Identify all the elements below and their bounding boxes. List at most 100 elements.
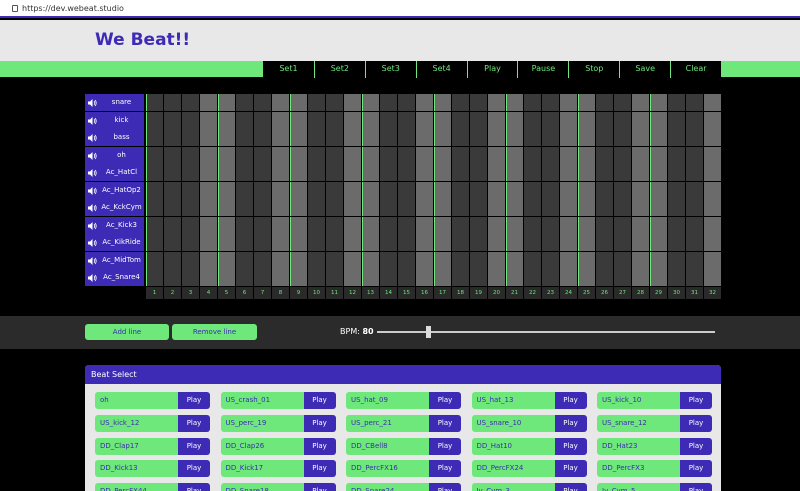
- step-cell[interactable]: [560, 199, 577, 216]
- step-cell[interactable]: [488, 146, 505, 164]
- beat-item[interactable]: US_perc_21 Play: [346, 414, 461, 432]
- step-cell[interactable]: [398, 181, 415, 199]
- step-cell[interactable]: [452, 111, 469, 129]
- step-cell[interactable]: [182, 129, 199, 146]
- step-cell[interactable]: [362, 269, 379, 286]
- step-cell[interactable]: [326, 111, 343, 129]
- step-cell[interactable]: [254, 181, 271, 199]
- step-cell[interactable]: [326, 251, 343, 269]
- step-cell[interactable]: [506, 216, 523, 234]
- step-cell[interactable]: [380, 94, 397, 111]
- step-cell[interactable]: [488, 94, 505, 111]
- step-cell[interactable]: [668, 199, 685, 216]
- add-line-button[interactable]: Add line: [85, 324, 169, 340]
- speaker-icon[interactable]: [88, 134, 97, 142]
- nav-set3-button[interactable]: Set3: [364, 61, 416, 78]
- step-cell[interactable]: [506, 251, 523, 269]
- step-cell[interactable]: [254, 269, 271, 286]
- step-cell[interactable]: [686, 146, 703, 164]
- step-cell[interactable]: [380, 111, 397, 129]
- step-cell[interactable]: [398, 146, 415, 164]
- beat-item[interactable]: DD_PercFX24 Play: [471, 460, 587, 478]
- step-cell[interactable]: [398, 251, 415, 269]
- step-cell[interactable]: [362, 181, 379, 199]
- step-cell[interactable]: [560, 129, 577, 146]
- beat-item[interactable]: US_snare_12 Play: [597, 414, 712, 432]
- step-cell[interactable]: [290, 94, 307, 111]
- step-cell[interactable]: [272, 199, 289, 216]
- step-cell[interactable]: [632, 181, 649, 199]
- step-cell[interactable]: [272, 216, 289, 234]
- step-cell[interactable]: [452, 164, 469, 181]
- step-cell[interactable]: [596, 199, 613, 216]
- step-cell[interactable]: [686, 216, 703, 234]
- step-cell[interactable]: [506, 234, 523, 251]
- step-cell[interactable]: [308, 129, 325, 146]
- step-cell[interactable]: [470, 94, 487, 111]
- beat-play-button[interactable]: Play: [680, 437, 712, 455]
- step-cell[interactable]: [326, 146, 343, 164]
- step-cell[interactable]: [146, 164, 163, 181]
- step-cell[interactable]: [434, 251, 451, 269]
- step-cell[interactable]: [416, 129, 433, 146]
- beat-play-button[interactable]: Play: [554, 483, 587, 491]
- speaker-icon[interactable]: [88, 151, 97, 160]
- step-cell[interactable]: [290, 181, 307, 199]
- beat-play-button[interactable]: Play: [429, 437, 461, 455]
- nav-clear-button[interactable]: Clear: [670, 61, 721, 78]
- step-cell[interactable]: [650, 216, 667, 234]
- beat-name[interactable]: US_crash_01: [220, 392, 304, 409]
- step-cell[interactable]: [344, 216, 361, 234]
- step-cell[interactable]: [200, 269, 217, 286]
- step-cell[interactable]: [344, 251, 361, 269]
- step-cell[interactable]: [164, 216, 181, 234]
- step-cell[interactable]: [578, 269, 595, 286]
- step-cell[interactable]: [560, 216, 577, 234]
- beat-item[interactable]: oh Play: [95, 392, 210, 409]
- step-cell[interactable]: [218, 111, 235, 129]
- step-cell[interactable]: [164, 111, 181, 129]
- beat-play-button[interactable]: Play: [429, 460, 461, 478]
- step-cell[interactable]: [470, 234, 487, 251]
- beat-play-button[interactable]: Play: [303, 483, 336, 491]
- step-cell[interactable]: [686, 234, 703, 251]
- beat-name[interactable]: US_kick_10: [597, 392, 680, 409]
- step-cell[interactable]: [236, 269, 253, 286]
- step-cell[interactable]: [218, 164, 235, 181]
- step-cell[interactable]: [272, 111, 289, 129]
- step-cell[interactable]: [542, 251, 559, 269]
- step-cell[interactable]: [668, 94, 685, 111]
- beat-item[interactable]: US_perc_19 Play: [220, 414, 336, 432]
- beat-play-button[interactable]: Play: [429, 392, 461, 409]
- step-cell[interactable]: [200, 111, 217, 129]
- step-cell[interactable]: [434, 269, 451, 286]
- step-cell[interactable]: [344, 111, 361, 129]
- step-cell[interactable]: [542, 146, 559, 164]
- beat-name[interactable]: DD_PercFX3: [597, 460, 680, 478]
- step-cell[interactable]: [434, 164, 451, 181]
- step-cell[interactable]: [236, 199, 253, 216]
- step-cell[interactable]: [254, 164, 271, 181]
- beat-play-button[interactable]: Play: [303, 414, 336, 432]
- step-cell[interactable]: [686, 181, 703, 199]
- step-cell[interactable]: [290, 234, 307, 251]
- step-cell[interactable]: [290, 164, 307, 181]
- step-cell[interactable]: [632, 111, 649, 129]
- beat-play-button[interactable]: Play: [178, 460, 210, 478]
- step-cell[interactable]: [308, 216, 325, 234]
- step-cell[interactable]: [650, 129, 667, 146]
- step-cell[interactable]: [200, 164, 217, 181]
- step-cell[interactable]: [398, 216, 415, 234]
- step-cell[interactable]: [488, 164, 505, 181]
- step-cell[interactable]: [272, 164, 289, 181]
- step-cell[interactable]: [650, 146, 667, 164]
- step-cell[interactable]: [254, 251, 271, 269]
- step-cell[interactable]: [704, 216, 721, 234]
- speaker-icon[interactable]: [88, 186, 97, 195]
- step-cell[interactable]: [704, 199, 721, 216]
- beat-name[interactable]: DD_PercFX44: [95, 483, 178, 491]
- step-cell[interactable]: [182, 164, 199, 181]
- address-bar[interactable]: https://dev.webeat.studio: [0, 0, 800, 18]
- beat-name[interactable]: US_snare_10: [471, 414, 555, 432]
- step-cell[interactable]: [614, 234, 631, 251]
